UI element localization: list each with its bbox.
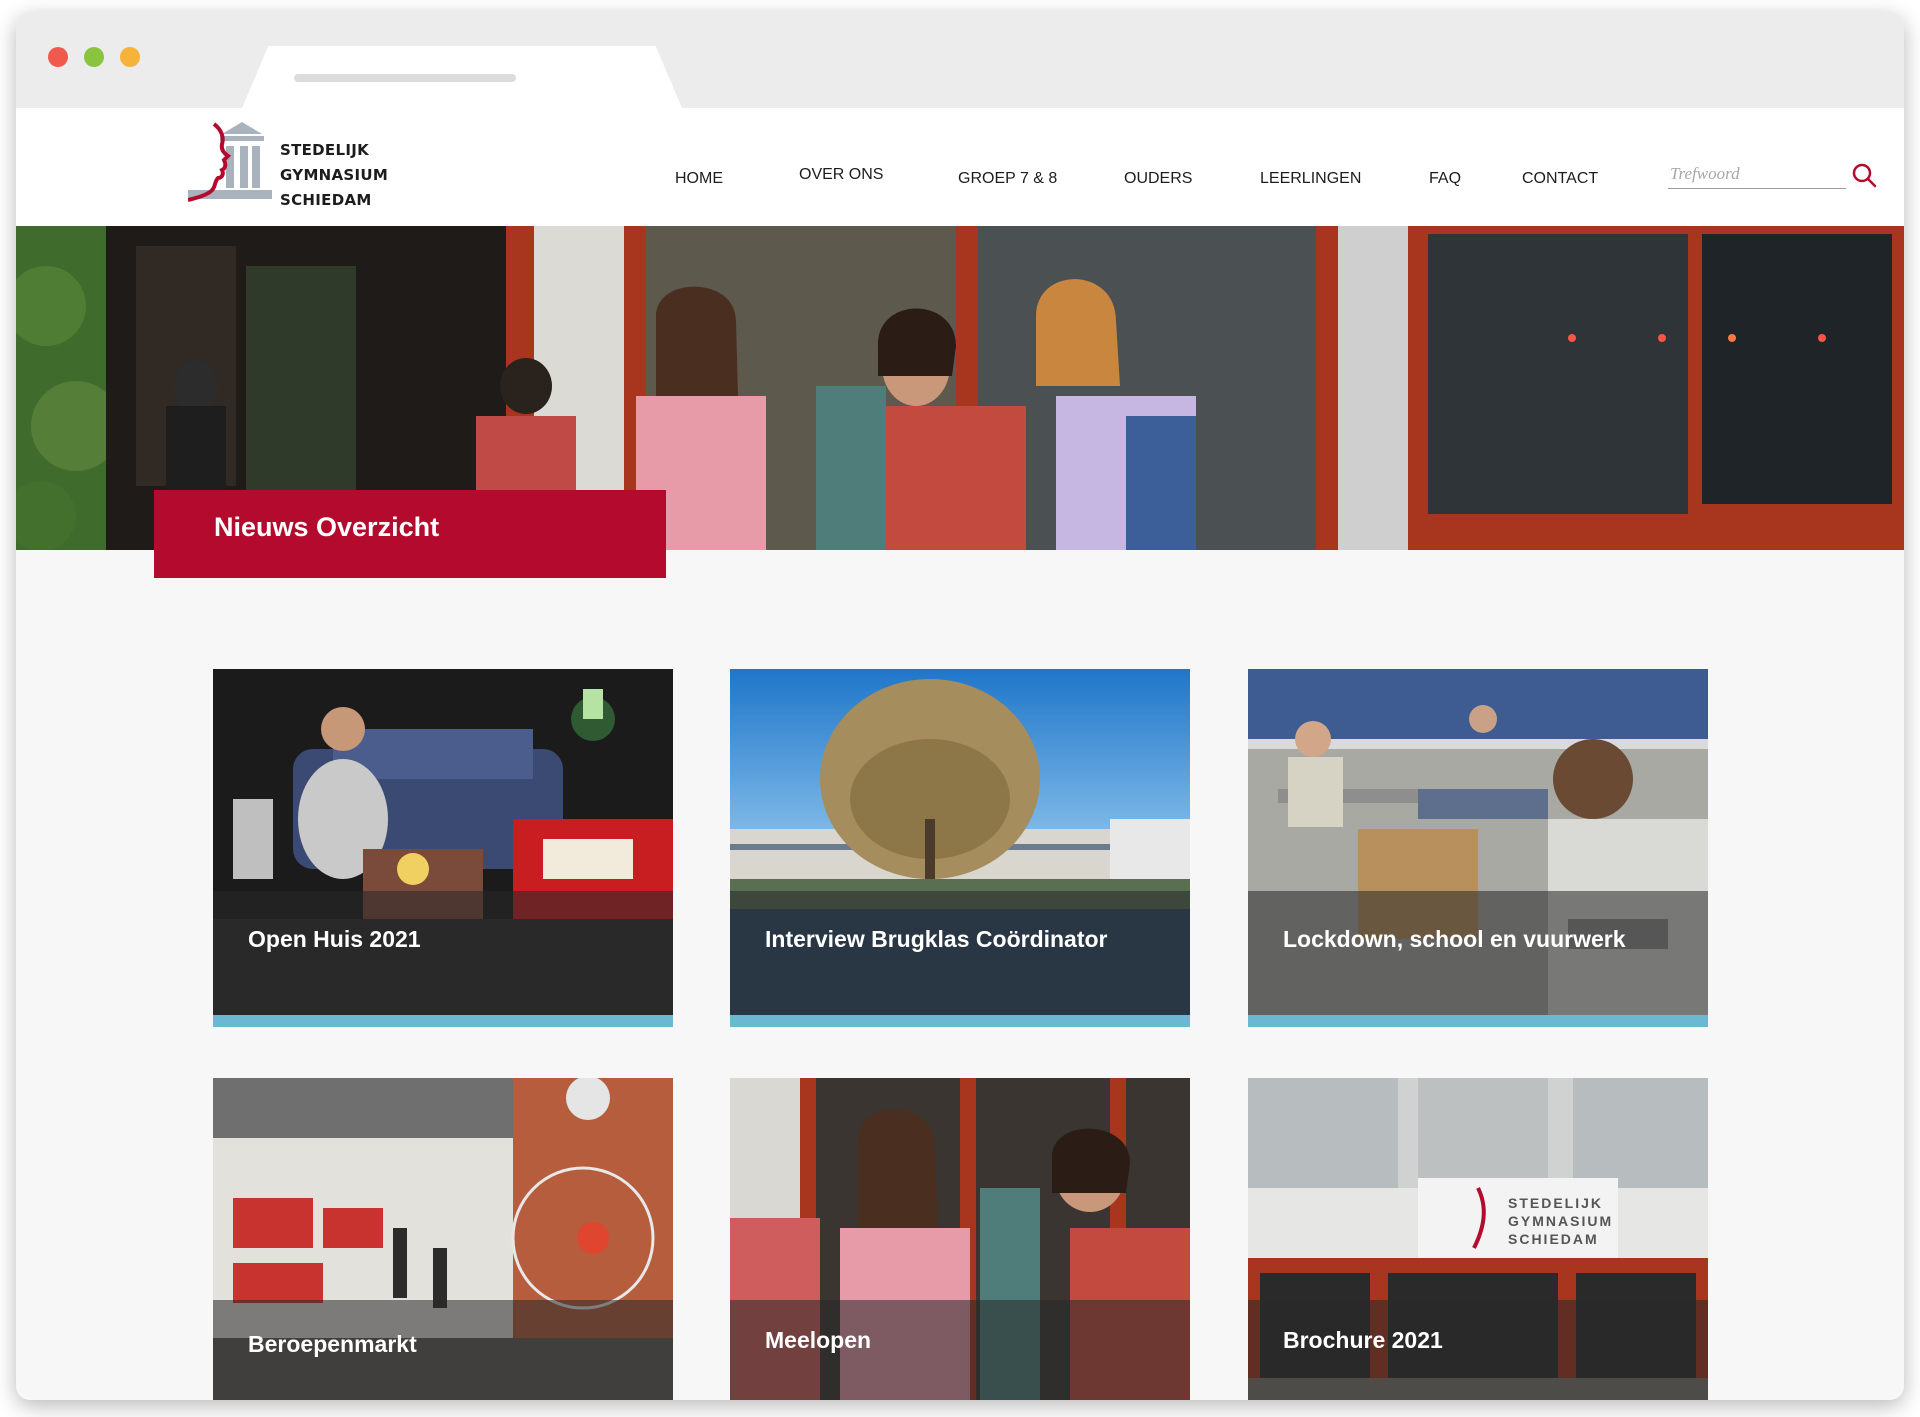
news-card-lockdown-vuurwerk[interactable]: Lockdown, school en vuurwerk <box>1248 669 1708 1027</box>
news-card-title: Lockdown, school en vuurwerk <box>1283 926 1626 952</box>
news-card-title: Brochure 2021 <box>1283 1327 1443 1353</box>
nav-ouders[interactable]: OUDERS <box>1124 170 1192 188</box>
nav-contact[interactable]: CONTACT <box>1522 170 1598 188</box>
nav-home[interactable]: HOME <box>675 170 723 188</box>
page-title-box: Nieuws Overzicht <box>154 490 666 578</box>
news-card-title: Interview Brugklas Coördinator <box>765 926 1108 952</box>
close-window-button[interactable] <box>48 47 68 67</box>
page-title: Nieuws Overzicht <box>214 512 440 542</box>
news-card-open-huis[interactable]: Open Huis 2021 <box>213 669 673 1027</box>
news-card-accent-bar <box>730 1015 1190 1027</box>
news-card-interview-brugklas[interactable]: Interview Brugklas Coördinator <box>730 669 1190 1027</box>
tab-title-placeholder <box>294 74 516 82</box>
main-nav: HOME OVER ONS GROEP 7 & 8 OUDERS LEERLIN… <box>16 108 1904 226</box>
news-card-accent-bar <box>1248 1015 1708 1027</box>
browser-chrome <box>16 12 1904 108</box>
news-card-meelopen[interactable]: Meelopen <box>730 1078 1190 1400</box>
minimize-window-button[interactable] <box>120 47 140 67</box>
svg-text:GYMNASIUM: GYMNASIUM <box>1508 1213 1613 1229</box>
news-card-brochure[interactable]: STEDELIJK GYMNASIUM SCHIEDAM Brochure 20… <box>1248 1078 1708 1400</box>
news-card-title: Beroepenmarkt <box>248 1331 417 1357</box>
nav-leerlingen[interactable]: LEERLINGEN <box>1260 170 1361 188</box>
svg-text:STEDELIJK: STEDELIJK <box>1508 1195 1603 1211</box>
nav-faq[interactable]: FAQ <box>1429 170 1461 188</box>
news-card-title: Meelopen <box>765 1327 872 1353</box>
site-header: STEDELIJK GYMNASIUM SCHIEDAM HOME OVER O… <box>16 108 1904 226</box>
search-box <box>1668 160 1878 192</box>
news-card-beroepenmarkt[interactable]: Beroepenmarkt <box>213 1078 673 1400</box>
svg-text:SCHIEDAM: SCHIEDAM <box>1508 1231 1599 1247</box>
maximize-window-button[interactable] <box>84 47 104 67</box>
nav-over-ons[interactable]: OVER ONS <box>799 166 883 184</box>
search-input[interactable] <box>1668 160 1846 189</box>
nav-groep-7-8[interactable]: GROEP 7 & 8 <box>958 170 1057 188</box>
news-card-accent-bar <box>213 1015 673 1027</box>
news-card-title: Open Huis 2021 <box>248 926 421 952</box>
search-icon[interactable] <box>1851 162 1877 188</box>
browser-window: STEDELIJK GYMNASIUM SCHIEDAM HOME OVER O… <box>16 12 1904 1400</box>
